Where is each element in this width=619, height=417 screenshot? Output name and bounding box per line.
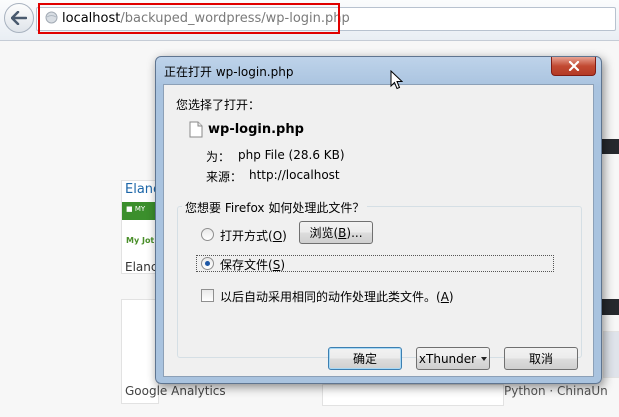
open-file-dialog: 正在打开 wp-login.php 您选择了打开： wp-login.php 为… <box>155 56 602 384</box>
close-icon <box>568 61 579 71</box>
save-file-label[interactable]: 保存文件(S) <box>220 256 285 273</box>
url-highlight-annotation <box>38 3 340 34</box>
bg-card-4 <box>603 331 619 378</box>
auto-action-text-end: ) <box>448 290 454 304</box>
open-with-radio[interactable] <box>201 228 214 241</box>
mouse-cursor-icon <box>390 70 403 90</box>
bg-card-bottom: Elanc <box>125 260 158 274</box>
open-with-text-end: ) <box>282 229 287 243</box>
dropdown-arrow-icon <box>481 356 488 361</box>
action-question: 您想要 Firefox 如何处理此文件？ <box>182 199 368 216</box>
dialog-close-button[interactable] <box>551 57 596 76</box>
bg-card-3 <box>322 384 504 406</box>
cancel-button[interactable]: 取消 <box>504 347 578 370</box>
xthunder-label: xThunder <box>418 351 477 366</box>
browse-accesskey: B <box>338 225 347 240</box>
save-file-radio[interactable] <box>201 257 214 270</box>
radio-selected-dot <box>205 261 210 266</box>
browser-toolbar: localhost/backuped_wordpress/wp-login.ph… <box>0 0 619 41</box>
browse-button[interactable]: 浏览(B)... <box>299 221 373 244</box>
xthunder-button[interactable]: xThunder <box>416 347 490 370</box>
open-with-text: 打开方式( <box>220 229 273 243</box>
file-icon <box>189 121 203 138</box>
dialog-title: 正在打开 wp-login.php <box>164 65 294 79</box>
bg-dark-strip-2 <box>601 299 619 315</box>
file-name: wp-login.php <box>208 122 304 137</box>
open-with-label[interactable]: 打开方式(O) <box>220 227 287 244</box>
bg-dark-strip-1 <box>601 139 619 154</box>
auto-action-label[interactable]: 以后自动采用相同的动作处理此类文件。(A) <box>220 288 454 305</box>
ok-button[interactable]: 确定 <box>328 347 402 370</box>
bg-green-label: ■ MY <box>126 205 146 213</box>
dialog-client-area: 您选择了打开： wp-login.php 为： php File (28.6 K… <box>163 84 594 377</box>
save-file-text: 保存文件( <box>220 258 273 272</box>
chose-to-open-label: 您选择了打开： <box>176 98 261 112</box>
file-type-label: 为： <box>206 150 231 164</box>
auto-action-text: 以后自动采用相同的动作处理此类文件。( <box>220 290 441 304</box>
auto-action-checkbox[interactable] <box>201 289 214 302</box>
file-from-value: http://localhost <box>249 168 340 182</box>
back-button[interactable] <box>4 3 34 33</box>
auto-action-accesskey: A <box>440 290 449 304</box>
browse-text-end: )... <box>346 225 363 240</box>
back-arrow-icon <box>11 11 27 25</box>
browse-text: 浏览( <box>309 226 339 240</box>
bg-myjob: My Jot <box>126 236 155 245</box>
file-type-value: php File (28.6 KB) <box>238 148 345 162</box>
file-from-label: 来源： <box>206 170 243 184</box>
save-file-text-end: ) <box>280 258 285 272</box>
bg-python: Python · ChinaUn <box>504 384 608 398</box>
bg-google: Google Analytics <box>125 384 226 398</box>
open-with-accesskey: O <box>272 229 283 243</box>
